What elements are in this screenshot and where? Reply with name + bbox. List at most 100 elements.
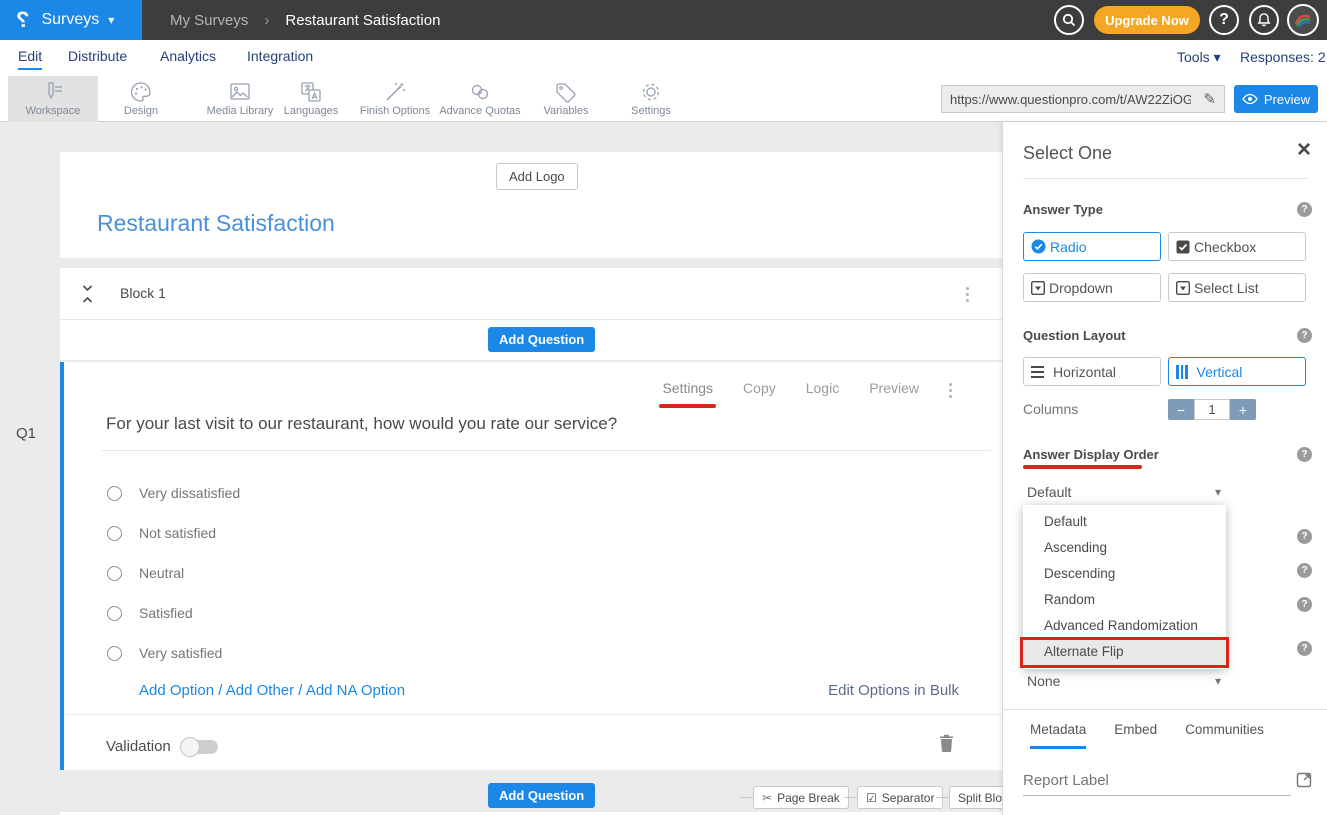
product-switcher[interactable]: ? Surveys ▾ xyxy=(0,0,142,40)
columns-value[interactable]: 1 xyxy=(1194,399,1230,420)
add-logo-button[interactable]: Add Logo xyxy=(496,163,578,190)
edit-url-icon[interactable]: ✎ xyxy=(1195,90,1224,108)
menu-item-alternate-flip[interactable]: Alternate Flip xyxy=(1023,639,1226,665)
notifications-button[interactable] xyxy=(1249,5,1279,35)
answer-display-order-label: Answer Display Order xyxy=(1023,447,1159,462)
toolbar-item-workspace[interactable]: Workspace xyxy=(8,76,98,122)
toolbar-item-design[interactable]: Design xyxy=(108,76,174,122)
radio-circle-icon[interactable] xyxy=(107,646,122,661)
layout-vertical[interactable]: Vertical xyxy=(1168,357,1306,386)
columns-increment-button[interactable]: + xyxy=(1230,399,1256,420)
add-other-link[interactable]: Add Other xyxy=(226,682,294,699)
radio-circle-icon[interactable] xyxy=(107,526,122,541)
answer-option-row[interactable]: Neutral xyxy=(107,565,184,581)
separator-button[interactable]: ☑ Separator xyxy=(857,786,943,809)
toolbar-item-settings[interactable]: Settings xyxy=(621,76,681,122)
checked-box-icon: ☑ xyxy=(866,791,877,805)
answer-type-dropdown[interactable]: Dropdown xyxy=(1023,273,1161,302)
toolbar-item-advance-quotas[interactable]: Advance Quotas xyxy=(432,76,528,122)
panel-tabs: Metadata Embed Communities xyxy=(1030,722,1264,749)
menu-item-advanced-randomization[interactable]: Advanced Randomization xyxy=(1023,613,1226,639)
hidden-row-help-icon[interactable]: ? xyxy=(1297,563,1312,578)
answer-type-select-list[interactable]: Select List xyxy=(1168,273,1306,302)
search-button[interactable] xyxy=(1054,5,1084,35)
nav-tab-analytics[interactable]: Analytics xyxy=(160,48,216,64)
add-option-link[interactable]: Add Option xyxy=(139,682,214,699)
nav-tab-edit[interactable]: Edit xyxy=(18,48,42,70)
help-button[interactable]: ? xyxy=(1209,5,1239,35)
answer-type-radio[interactable]: Radio xyxy=(1023,232,1161,261)
answer-option-row[interactable]: Very satisfied xyxy=(107,645,222,661)
question-tab-preview[interactable]: Preview xyxy=(869,380,919,398)
survey-url-input[interactable] xyxy=(942,92,1195,107)
edit-options-in-bulk-link[interactable]: Edit Options in Bulk xyxy=(828,682,959,699)
breadcrumb-separator-icon: › xyxy=(264,12,269,29)
question-layout-help-icon[interactable]: ? xyxy=(1297,328,1312,343)
columns-decrement-button[interactable]: − xyxy=(1168,399,1194,420)
user-avatar[interactable] xyxy=(1287,4,1319,36)
menu-item-random[interactable]: Random xyxy=(1023,587,1226,613)
answer-option-row[interactable]: Satisfied xyxy=(107,605,193,621)
answer-display-order-annotation-underline xyxy=(1023,465,1142,469)
toolbar-item-languages[interactable]: Languages xyxy=(276,76,346,122)
hidden-row-help-icon[interactable]: ? xyxy=(1297,529,1312,544)
question-text[interactable]: For your last visit to our restaurant, h… xyxy=(106,414,986,434)
product-caret-icon: ▾ xyxy=(108,13,114,27)
question-tabs: Settings Copy Logic Preview xyxy=(662,380,952,398)
hidden-row-help-icon[interactable]: ? xyxy=(1297,641,1312,656)
answer-display-order-select[interactable]: Default ▾ xyxy=(1023,484,1227,502)
tools-menu[interactable]: Tools ▾ xyxy=(1177,49,1221,66)
toolbar-item-variables[interactable]: Variables xyxy=(531,76,601,122)
toolbar-item-finish-options[interactable]: Finish Options xyxy=(352,76,438,122)
menu-item-default[interactable]: Default xyxy=(1023,509,1226,535)
panel-tab-metadata[interactable]: Metadata xyxy=(1030,722,1086,749)
scissors-icon: ✂ xyxy=(762,791,772,805)
page-break-button[interactable]: ✂ Page Break xyxy=(753,786,849,809)
upgrade-now-button[interactable]: Upgrade Now xyxy=(1094,6,1200,34)
add-question-top-button[interactable]: Add Question xyxy=(488,327,595,352)
select-caret-icon: ▾ xyxy=(1215,674,1221,688)
breadcrumb: My Surveys › Restaurant Satisfaction xyxy=(170,0,440,40)
toolbar-item-media-library[interactable]: Media Library xyxy=(192,76,288,122)
survey-title[interactable]: Restaurant Satisfaction xyxy=(97,210,335,237)
dropdown-icon xyxy=(1031,281,1045,295)
answer-display-order-help-icon[interactable]: ? xyxy=(1297,447,1312,462)
add-na-option-link[interactable]: Add NA Option xyxy=(306,682,405,699)
question-menu-button[interactable] xyxy=(949,383,952,398)
question-tab-logic[interactable]: Logic xyxy=(806,380,839,398)
tag-icon xyxy=(554,81,578,103)
collapse-block-icon[interactable] xyxy=(81,283,94,305)
nav-tab-distribute[interactable]: Distribute xyxy=(68,48,127,64)
responses-count[interactable]: Responses: 2 xyxy=(1240,49,1326,65)
radio-circle-icon[interactable] xyxy=(107,566,122,581)
report-label-input[interactable] xyxy=(1023,770,1291,796)
question-tab-settings[interactable]: Settings xyxy=(662,380,713,398)
block-menu-button[interactable] xyxy=(966,287,969,302)
hidden-row-help-icon[interactable]: ? xyxy=(1297,597,1312,612)
block-title[interactable]: Block 1 xyxy=(120,285,166,301)
panel-section-divider xyxy=(1003,709,1327,710)
close-panel-icon[interactable]: × xyxy=(1297,138,1311,162)
layout-horizontal[interactable]: Horizontal xyxy=(1023,357,1161,386)
answer-option-row[interactable]: Very dissatisfied xyxy=(107,485,240,501)
menu-item-descending[interactable]: Descending xyxy=(1023,561,1226,587)
answer-option-row[interactable]: Not satisfied xyxy=(107,525,216,541)
question-tab-copy[interactable]: Copy xyxy=(743,380,776,398)
answer-type-checkbox[interactable]: Checkbox xyxy=(1168,232,1306,261)
delete-question-icon[interactable] xyxy=(939,734,954,752)
panel-tab-embed[interactable]: Embed xyxy=(1114,722,1157,749)
radio-circle-icon[interactable] xyxy=(107,606,122,621)
validation-toggle[interactable] xyxy=(182,740,218,754)
menu-item-ascending[interactable]: Ascending xyxy=(1023,535,1226,561)
add-question-bottom-button[interactable]: Add Question xyxy=(488,783,595,808)
breadcrumb-parent[interactable]: My Surveys xyxy=(170,12,248,29)
radio-circle-icon[interactable] xyxy=(107,486,122,501)
answer-type-help-icon[interactable]: ? xyxy=(1297,202,1312,217)
answer-type-label: Answer Type xyxy=(1023,202,1103,217)
expand-report-label-icon[interactable] xyxy=(1296,772,1312,788)
preview-button[interactable]: Preview xyxy=(1234,85,1318,113)
nav-tab-integration[interactable]: Integration xyxy=(247,48,313,64)
block-header: Block 1 xyxy=(60,268,1002,320)
panel-tab-communities[interactable]: Communities xyxy=(1185,722,1264,749)
none-select[interactable]: None ▾ xyxy=(1023,673,1227,691)
